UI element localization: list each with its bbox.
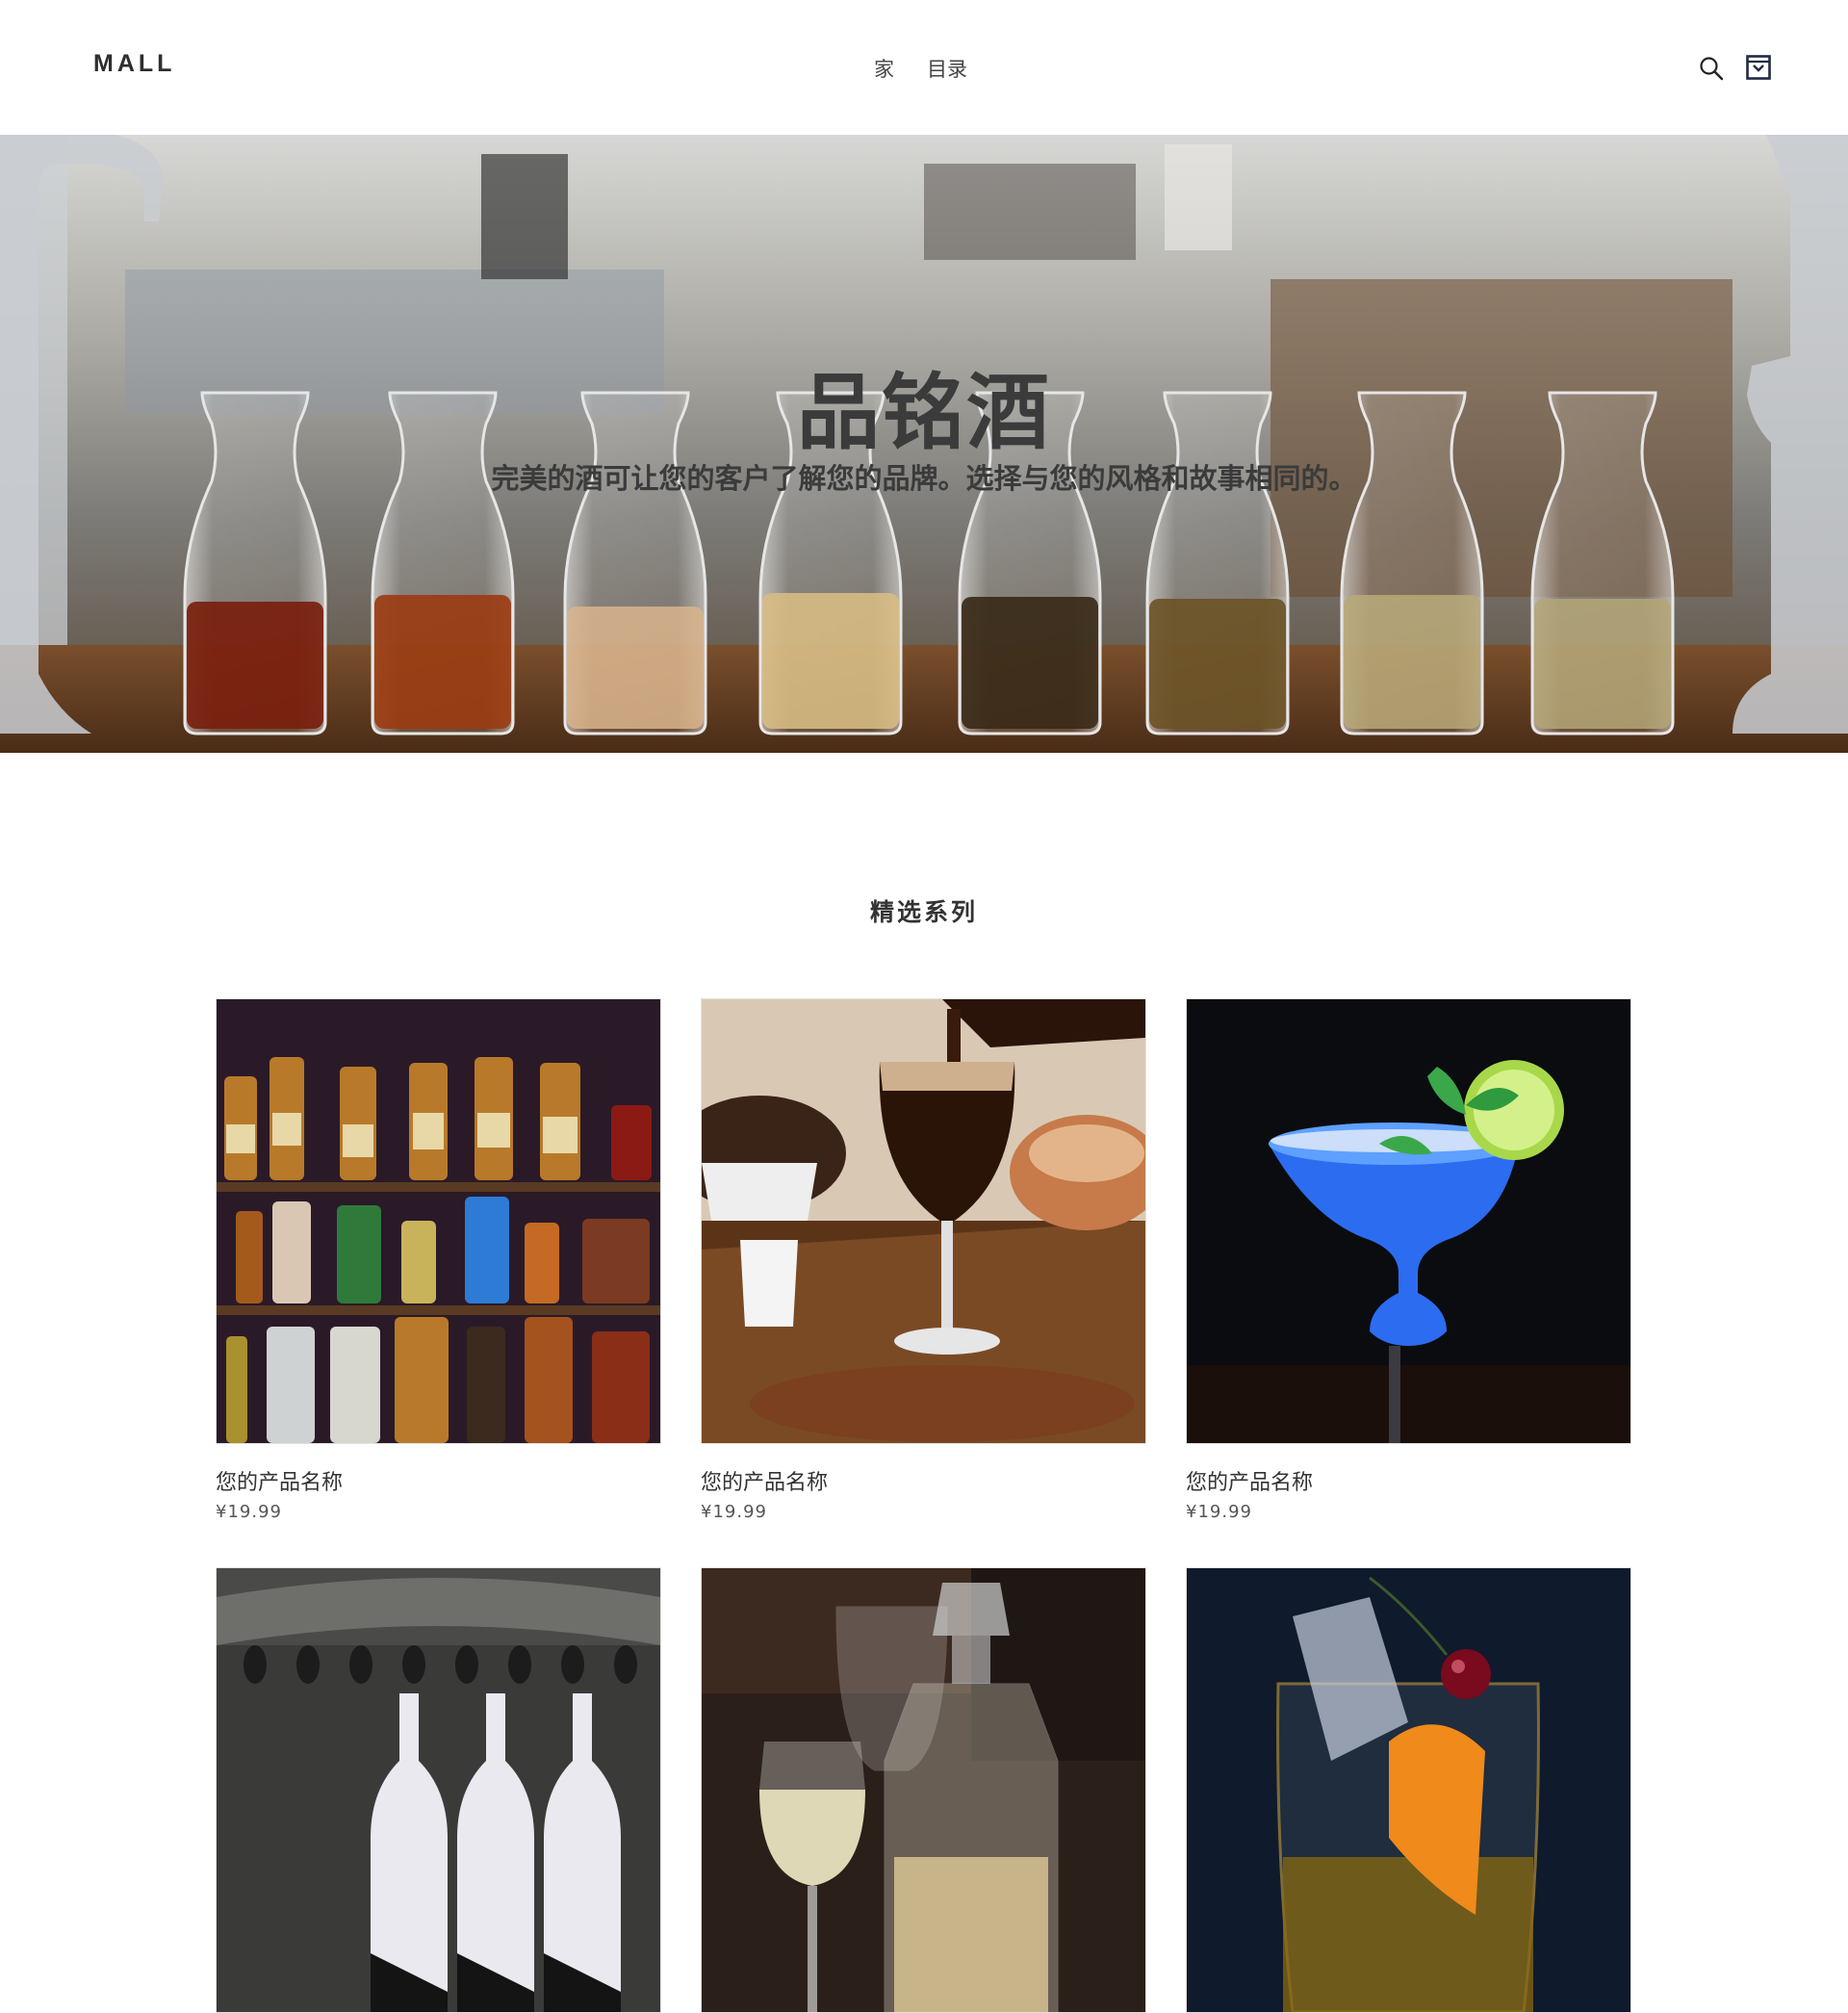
product-price: ¥19.99 (1186, 1502, 1252, 1522)
product-card[interactable]: 您的产品名称 ¥19.99 (701, 998, 1146, 1522)
site-header: MALL 家 目录 (0, 0, 1848, 135)
product-card[interactable] (216, 1567, 661, 2013)
product-image[interactable] (1186, 1567, 1631, 2013)
cart-button[interactable] (1745, 54, 1772, 81)
cart-icon (1746, 55, 1771, 80)
nav-item-catalog[interactable]: 目录 (927, 54, 967, 83)
product-price: ¥19.99 (216, 1502, 282, 1522)
main-nav: 家 目录 (874, 54, 967, 83)
product-image[interactable] (701, 1567, 1146, 2013)
product-card[interactable] (701, 1567, 1146, 2013)
product-price: ¥19.99 (701, 1502, 767, 1522)
product-image[interactable] (216, 998, 661, 1444)
product-card[interactable]: 您的产品名称 ¥19.99 (216, 998, 661, 1522)
product-image[interactable] (1186, 998, 1631, 1444)
product-image[interactable] (701, 998, 1146, 1444)
hero-title: 品铭酒 (797, 365, 1051, 461)
product-card[interactable] (1186, 1567, 1631, 2013)
hero-subtitle: 完美的酒可让您的客户了解您的品牌。选择与您的风格和故事相同的。 (491, 462, 1357, 495)
hero-banner: 品铭酒 完美的酒可让您的客户了解您的品牌。选择与您的风格和故事相同的。 (0, 135, 1848, 753)
product-name[interactable]: 您的产品名称 (1186, 1465, 1631, 1496)
product-name[interactable]: 您的产品名称 (216, 1465, 661, 1496)
search-icon (1700, 57, 1724, 81)
search-button[interactable] (1698, 55, 1725, 82)
product-card[interactable]: 您的产品名称 ¥19.99 (1186, 998, 1631, 1522)
nav-item-home[interactable]: 家 (874, 54, 894, 83)
product-name[interactable]: 您的产品名称 (701, 1465, 1146, 1496)
site-logo[interactable]: MALL (93, 50, 175, 78)
featured-collection-title: 精选系列 (869, 898, 978, 926)
product-image[interactable] (216, 1567, 661, 2013)
